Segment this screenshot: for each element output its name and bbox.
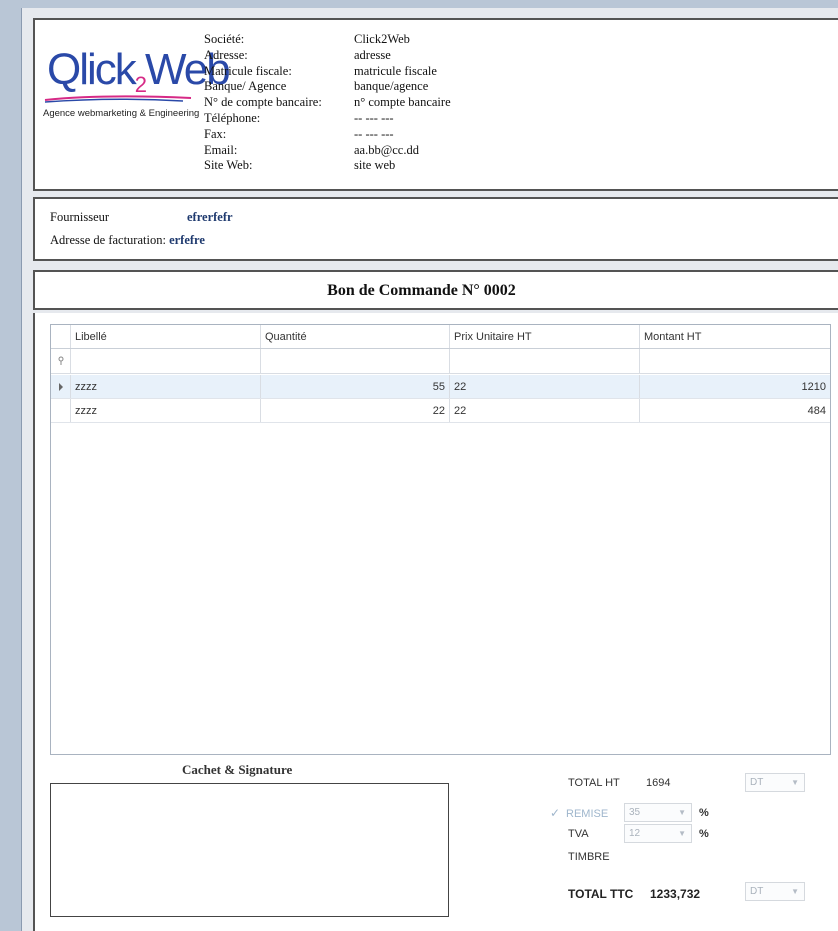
column-header-quantite[interactable]: Quantité: [261, 325, 450, 348]
billing-row: Adresse de facturation: erfefre: [50, 233, 205, 248]
grid-new-row[interactable]: [51, 349, 830, 374]
info-value: -- --- ---: [354, 110, 394, 125]
new-row-quantite-cell[interactable]: [261, 349, 450, 373]
company-header: Qlick2Web Agence webmarketing & Engineer…: [33, 18, 838, 191]
chevron-down-icon: ▼: [678, 808, 686, 817]
info-label: Email:: [204, 142, 238, 157]
info-label: Banque/ Agence: [204, 79, 287, 94]
pin-icon: [51, 349, 71, 373]
column-header-montant[interactable]: Montant HT: [640, 325, 830, 348]
info-row: Matricule fiscale: matricule fiscale: [204, 64, 451, 80]
logo-tagline: Agence webmarketing & Engineering: [43, 108, 200, 119]
info-label: Adresse:: [204, 47, 248, 62]
new-row-montant-cell[interactable]: [640, 349, 830, 373]
info-row: Email: aa.bb@cc.dd: [204, 143, 451, 159]
info-value: banque/agence: [354, 79, 429, 94]
chevron-down-icon: ▼: [791, 887, 799, 896]
info-row: Adresse: adresse: [204, 48, 451, 64]
table-row[interactable]: zzzz 55 22 1210: [51, 375, 830, 399]
row-pointer-icon: [51, 375, 71, 398]
info-row: Téléphone: -- --- ---: [204, 111, 451, 127]
order-lines-grid[interactable]: Libellé Quantité Prix Unitaire HT Montan…: [50, 324, 831, 755]
timbre-label: TIMBRE: [568, 851, 610, 863]
info-row: Site Web: site web: [204, 158, 451, 174]
new-row-prix-cell[interactable]: [450, 349, 640, 373]
info-label: Fax:: [204, 126, 227, 141]
info-value: aa.bb@cc.dd: [354, 142, 419, 157]
cell-montant[interactable]: 484: [640, 399, 830, 422]
info-value: site web: [354, 158, 396, 173]
column-header-libelle[interactable]: Libellé: [71, 325, 261, 348]
chevron-down-icon: ▼: [791, 778, 799, 787]
billing-value: erfefre: [169, 233, 205, 247]
total-ttc-value: 1233,732: [650, 887, 701, 901]
tva-select[interactable]: 12 ▼: [624, 824, 692, 843]
cell-prix[interactable]: 22: [450, 375, 640, 398]
column-header-prix[interactable]: Prix Unitaire HT: [450, 325, 640, 348]
total-ht-value: 1694: [646, 777, 671, 789]
supplier-label: Fournisseur: [50, 210, 110, 224]
currency-select[interactable]: DT ▼: [745, 773, 805, 792]
info-value: -- --- ---: [354, 126, 394, 141]
row-indicator-header: [51, 325, 71, 348]
cell-quantite[interactable]: 55: [261, 375, 450, 398]
grid-header-row: Libellé Quantité Prix Unitaire HT Montan…: [51, 325, 830, 349]
remise-select[interactable]: 35 ▼: [624, 803, 692, 822]
cell-prix[interactable]: 22: [450, 399, 640, 422]
chevron-down-icon: ▼: [678, 829, 686, 838]
info-value: adresse: [354, 47, 391, 62]
tva-percent: %: [699, 828, 709, 840]
order-body: Libellé Quantité Prix Unitaire HT Montan…: [33, 313, 838, 931]
page-title: Bon de Commande N° 0002: [327, 282, 516, 299]
row-indicator: [51, 399, 71, 422]
remise-checkbox[interactable]: ✓: [550, 806, 560, 820]
currency-ttc-select[interactable]: DT ▼: [745, 882, 805, 901]
info-row: Société: Click2Web: [204, 32, 451, 48]
tva-label: TVA: [568, 828, 589, 840]
document-title-bar: Bon de Commande N° 0002: [33, 270, 838, 310]
info-label: Site Web:: [204, 158, 253, 173]
info-label: Téléphone:: [204, 110, 261, 125]
total-ht-label: TOTAL HT: [568, 777, 620, 789]
cell-libelle[interactable]: zzzz: [71, 399, 261, 422]
total-ttc-label: TOTAL TTC: [568, 887, 634, 901]
totals-panel: TOTAL HT 1694 DT ▼ ✓ REMISE 35 ▼ % TVA 12 ▼…: [535, 766, 835, 926]
info-row: N° de compte bancaire: n° compte bancaire: [204, 95, 451, 111]
info-label: N° de compte bancaire:: [204, 95, 322, 110]
signature-label: Cachet & Signature: [182, 762, 293, 777]
supplier-panel: Fournisseur efrerfefr Adresse de facturat…: [33, 197, 838, 261]
info-value: matricule fiscale: [354, 63, 437, 78]
info-label: Matricule fiscale:: [204, 63, 292, 78]
info-row: Banque/ Agence banque/agence: [204, 79, 451, 95]
cell-montant[interactable]: 1210: [640, 375, 830, 398]
table-row[interactable]: zzzz 22 22 484: [51, 399, 830, 423]
cell-libelle[interactable]: zzzz: [71, 375, 261, 398]
billing-label: Adresse de facturation:: [50, 233, 166, 247]
info-row: Fax: -- --- ---: [204, 127, 451, 143]
info-value: Click2Web: [354, 32, 410, 46]
cell-quantite[interactable]: 22: [261, 399, 450, 422]
logo-swoosh-icon: [44, 95, 192, 103]
supplier-value: efrerfefr: [187, 210, 233, 224]
logo-wordmark: Qlick2Web: [47, 45, 231, 97]
info-value: n° compte bancaire: [354, 95, 451, 110]
signature-box: [50, 783, 449, 917]
info-label: Société:: [204, 32, 245, 46]
company-logo: Qlick2Web Agence webmarketing & Engineer…: [43, 48, 231, 148]
remise-percent: %: [699, 807, 709, 819]
company-info: Société: Click2Web Adresse: adresse Matric…: [204, 32, 451, 174]
new-row-libelle-cell[interactable]: [71, 349, 261, 373]
supplier-row: Fournisseur efrerfefr: [50, 210, 233, 225]
remise-label: REMISE: [566, 808, 609, 820]
